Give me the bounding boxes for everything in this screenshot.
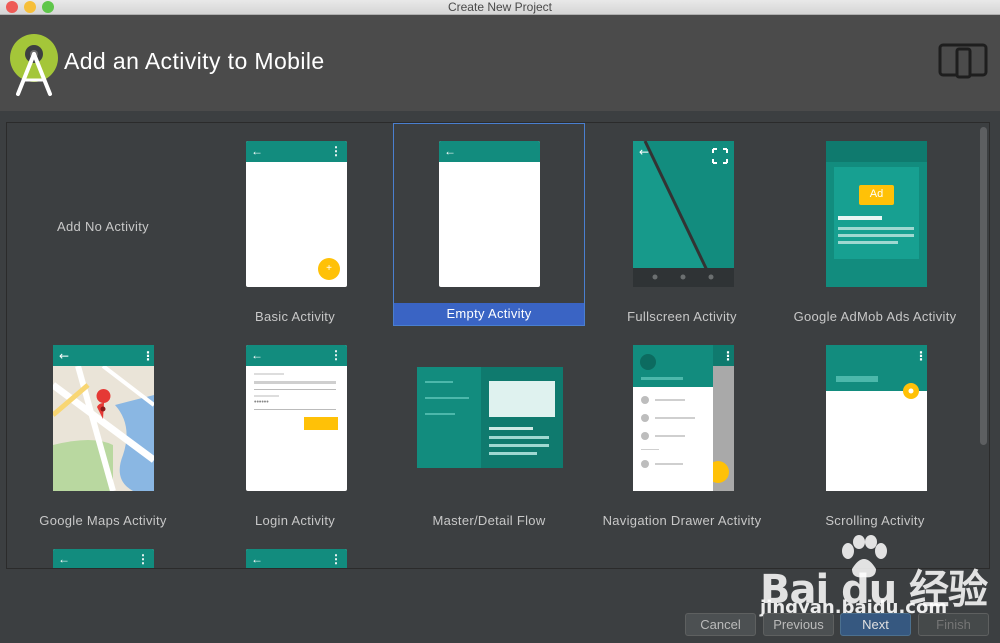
template-master-detail-flow[interactable]: Master/Detail Flow <box>393 327 585 530</box>
ad-badge: Ad <box>869 188 884 200</box>
svg-text:⋮: ⋮ <box>142 349 154 363</box>
template-preview: ← <box>633 141 734 287</box>
template-preview: ← ⋮ <box>53 345 154 491</box>
template-label: Basic Activity <box>254 309 336 324</box>
template-google-maps-activity[interactable]: ← ⋮ Google Maps Activity <box>7 327 199 530</box>
template-preview: ⋮ <box>633 345 734 491</box>
previous-button[interactable]: Previous <box>763 613 834 636</box>
title-bar: Create New Project <box>0 0 1000 15</box>
template-fullscreen-activity[interactable]: ← Fullscreen Activity <box>586 123 778 326</box>
template-label: Scrolling Activity <box>825 513 925 528</box>
svg-text:⋮: ⋮ <box>722 349 734 363</box>
page-title: Add an Activity to Mobile <box>64 48 325 74</box>
template-preview <box>417 367 563 468</box>
template-gallery[interactable]: Add No Activity ← ⋮ + Basic Activity ← Em… <box>6 122 990 569</box>
template-label: Fullscreen Activity <box>627 309 737 324</box>
back-arrow-icon: ← <box>58 552 70 566</box>
template-label: Google Maps Activity <box>39 513 167 528</box>
wizard-header: Add an Activity to Mobile <box>0 15 1000 111</box>
svg-text:←: ← <box>639 145 649 159</box>
scrollbar-thumb[interactable] <box>980 127 987 445</box>
template-admob-activity[interactable]: Ad Google AdMob Ads Activity <box>779 123 971 326</box>
window-title: Create New Project <box>447 0 553 14</box>
tablet-phone-icon <box>938 43 988 79</box>
template-label: Google AdMob Ads Activity <box>793 309 957 324</box>
template-label: Master/Detail Flow <box>432 513 546 528</box>
back-arrow-icon: ← <box>251 144 263 158</box>
template-preview-partial[interactable]: ← ⋮ <box>53 549 154 568</box>
finish-button[interactable]: Finish <box>918 613 989 636</box>
template-preview-partial[interactable]: ← ⋮ <box>246 549 347 568</box>
baidu-watermark: Bai du 经验 jingyan.baidu.com <box>760 535 1000 625</box>
vertical-scrollbar[interactable] <box>977 123 989 568</box>
template-label: Add No Activity <box>57 219 149 234</box>
template-preview: ⋮ <box>826 345 927 491</box>
fab-icon: + <box>318 258 340 280</box>
overflow-menu-icon: ⋮ <box>330 552 342 566</box>
back-arrow-icon: ← <box>444 144 456 158</box>
back-arrow-icon: ← <box>251 348 263 362</box>
android-studio-logo-icon <box>10 34 58 96</box>
template-label: Navigation Drawer Activity <box>602 513 762 528</box>
back-arrow-icon: ← <box>251 552 263 566</box>
template-basic-activity[interactable]: ← ⋮ + Basic Activity <box>199 123 391 326</box>
template-preview: ← ⋮ + <box>246 141 347 287</box>
template-navigation-drawer-activity[interactable]: ⋮ Navigation Drawer Activity <box>586 327 778 530</box>
template-label: Empty Activity <box>394 303 584 325</box>
overflow-menu-icon: ⋮ <box>330 348 342 362</box>
template-label: Login Activity <box>254 513 336 528</box>
password-mask: •••••• <box>254 399 269 406</box>
template-empty-activity[interactable]: ← Empty Activity <box>393 123 585 326</box>
svg-text:⋮: ⋮ <box>915 349 927 363</box>
template-preview <box>826 141 927 287</box>
overflow-menu-icon: ⋮ <box>137 552 149 566</box>
template-preview: ← <box>439 141 540 287</box>
template-add-no-activity[interactable]: Add No Activity <box>7 123 199 326</box>
template-login-activity[interactable]: ← ⋮ •••••• Login Activity <box>199 327 391 530</box>
svg-text:←: ← <box>59 349 69 363</box>
template-preview: ← ⋮ •••••• <box>246 345 347 491</box>
template-scrolling-activity[interactable]: ⋮ Scrolling Activity <box>779 327 971 530</box>
next-button[interactable]: Next <box>840 613 911 636</box>
cancel-button[interactable]: Cancel <box>685 613 756 636</box>
overflow-menu-icon: ⋮ <box>330 144 342 158</box>
